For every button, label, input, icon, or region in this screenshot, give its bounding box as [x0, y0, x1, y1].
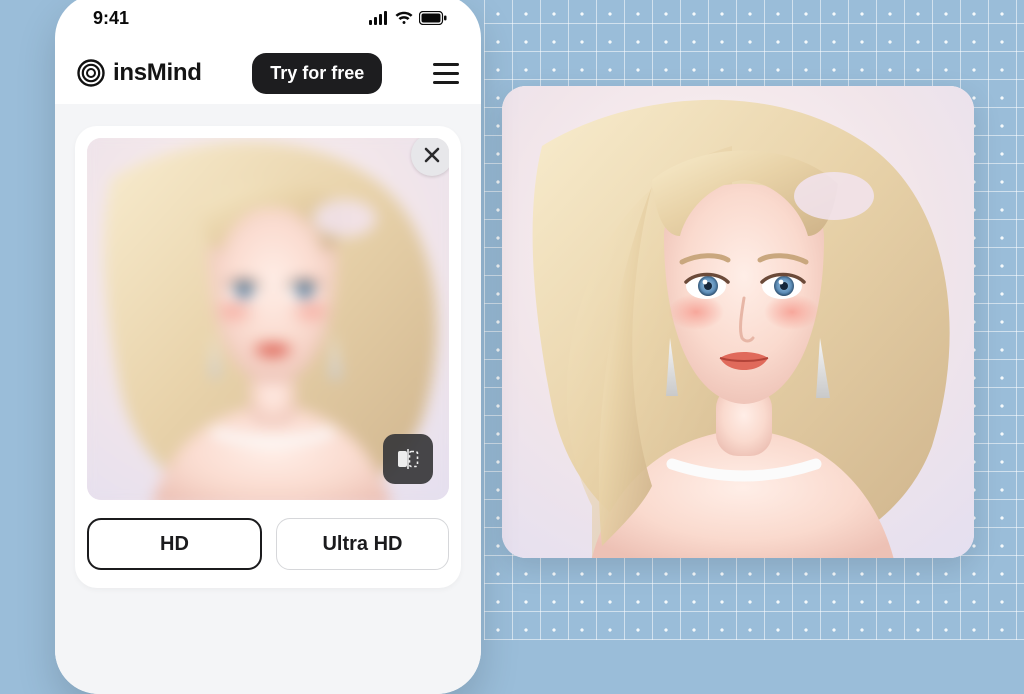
wifi-icon: [395, 11, 413, 25]
preview-image: [87, 138, 449, 500]
close-button[interactable]: [411, 138, 449, 176]
brand: insMind: [77, 59, 202, 87]
result-portrait: [502, 86, 974, 558]
hd-button[interactable]: HD: [87, 518, 262, 570]
upload-card: HD Ultra HD: [75, 126, 461, 588]
status-bar: 9:41: [55, 0, 481, 42]
battery-icon: [419, 11, 447, 25]
menu-icon[interactable]: [433, 63, 459, 84]
status-indicators: [369, 11, 447, 25]
compare-button[interactable]: [383, 434, 433, 484]
phone-body: HD Ultra HD: [55, 104, 481, 694]
app-bar: insMind Try for free: [55, 42, 481, 104]
ultra-hd-button[interactable]: Ultra HD: [276, 518, 449, 570]
brand-name: insMind: [113, 59, 202, 87]
close-icon: [423, 146, 441, 164]
phone-frame: 9:41: [55, 0, 481, 694]
status-time: 9:41: [93, 8, 129, 29]
try-free-button[interactable]: Try for free: [252, 53, 382, 94]
brand-logo-icon: [77, 59, 105, 87]
compare-icon: [395, 446, 421, 472]
result-image-card: [502, 86, 974, 558]
quality-options: HD Ultra HD: [87, 518, 449, 570]
cellular-icon: [369, 11, 389, 25]
